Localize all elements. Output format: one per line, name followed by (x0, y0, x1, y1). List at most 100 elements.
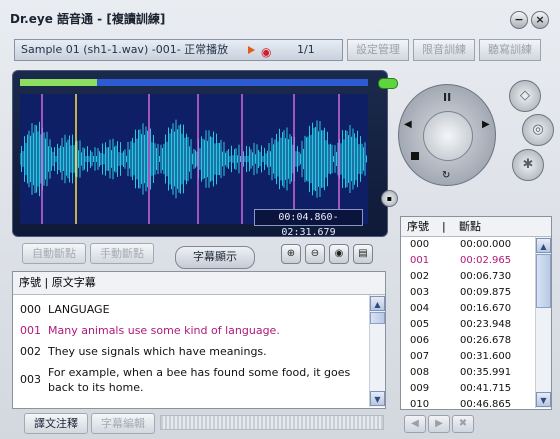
subtitle-text: For example, when a bee has found some f… (48, 366, 351, 394)
breakpoint-time: 00:35.991 (460, 367, 512, 378)
dial-center (423, 111, 473, 161)
breakpoint-header-num: 序號 (407, 220, 429, 233)
subtitle-num: 001 (20, 324, 41, 337)
translation-notes-button[interactable]: 譯文注釋 (24, 413, 88, 434)
minimize-button[interactable]: − (510, 11, 528, 29)
subtitle-panel: 序號 | 原文字幕 000 LANGUAGE 001 Many animals … (12, 271, 386, 409)
manual-break-button[interactable]: 手動斷點 (90, 243, 154, 264)
breakpoint-row[interactable]: 010 00:46.865 (401, 397, 535, 413)
forward-icon[interactable]: ▶ (482, 119, 490, 130)
status-led (378, 78, 398, 89)
breakpoint-time: 00:41.715 (460, 383, 512, 394)
breakpoint-header-time: 斷點 (459, 220, 481, 233)
waveform-view[interactable] (20, 94, 368, 224)
breakpoint-row[interactable]: 008 00:35.991 (401, 365, 535, 381)
stop-icon[interactable] (411, 152, 419, 160)
next-icon[interactable]: ▶ (428, 415, 450, 433)
timecode-display: 00:04.860-02:31.679 (254, 209, 363, 238)
breakpoint-num: 006 (410, 335, 430, 346)
settings-manage-button[interactable]: 設定管理 (347, 39, 409, 61)
breakpoint-time: 00:00.000 (460, 239, 512, 250)
subtitle-text: LANGUAGE (48, 303, 110, 316)
subtitle-row[interactable]: 000 LANGUAGE (13, 302, 369, 317)
breakpoint-num: 003 (410, 287, 430, 298)
breakpoint-num: 000 (410, 239, 430, 250)
app-window: Dr.eye 語音通 - [複讀訓練] − × Sample 01 (sh1-1… (0, 0, 560, 439)
breakpoint-num: 010 (410, 399, 430, 410)
breakpoint-time: 00:23.948 (460, 319, 512, 330)
breakpoint-time: 00:46.865 (460, 399, 512, 410)
pause-icon[interactable]: II (443, 91, 451, 104)
rewind-icon[interactable]: ◀ (404, 119, 412, 130)
subtitle-header-label: 序號 | 原文字幕 (19, 276, 96, 289)
breakpoint-row[interactable]: 002 00:06.730 (401, 269, 535, 285)
prev-icon[interactable]: ◀ (404, 415, 426, 433)
scroll-up-icon[interactable]: ▲ (536, 238, 551, 253)
delete-icon[interactable]: ✖ (452, 415, 474, 433)
track-count: 1/1 (297, 43, 315, 56)
breakpoint-time: 00:26.678 (460, 335, 512, 346)
scroll-up-icon[interactable]: ▲ (370, 296, 385, 311)
breakpoint-panel: 序號 | 斷點 000 00:00.000 001 00:02.965 002 00:06… (400, 216, 552, 410)
breakpoint-header: 序號 | 斷點 (401, 217, 551, 237)
breakpoint-row[interactable]: 003 00:09.875 (401, 285, 535, 301)
subtitle-header: 序號 | 原文字幕 (13, 272, 385, 295)
title-bar: Dr.eye 語音通 - [複讀訓練] − × (0, 0, 560, 38)
scroll-down-icon[interactable]: ▼ (536, 392, 551, 407)
subtitle-row-selected[interactable]: 001 Many animals use some kind of langua… (13, 323, 369, 338)
loop-icon[interactable]: ◇ (509, 80, 541, 112)
settings-icon[interactable]: ◎ (522, 114, 554, 146)
breakpoint-row[interactable]: 006 00:26.678 (401, 333, 535, 349)
window-title: Dr.eye 語音通 - [複讀訓練] (10, 12, 166, 26)
breakpoint-row[interactable]: 004 00:16.670 (401, 301, 535, 317)
breakpoint-num: 004 (410, 303, 430, 314)
status-text: Sample 01 (sh1-1.wav) -001- 正常播放 (21, 43, 229, 56)
subtitle-display-tab[interactable]: 字幕顯示 (175, 246, 255, 269)
limit-training-button[interactable]: 限音訓練 (413, 39, 475, 61)
breakpoint-time: 00:02.965 (460, 255, 512, 266)
subtitle-edit-button[interactable]: 字幕編輯 (91, 413, 155, 434)
scroll-thumb[interactable] (370, 312, 385, 324)
waveform-trace (20, 119, 367, 199)
subtitle-text: Many animals use some kind of language. (48, 324, 280, 337)
breakpoint-num: 005 (410, 319, 430, 330)
snowflake-icon[interactable]: ✱ (512, 149, 544, 181)
breakpoint-row[interactable]: 000 00:00.000 (401, 237, 535, 253)
subtitle-num: 000 (20, 303, 41, 316)
zoom-in-icon[interactable]: ⊕ (281, 244, 301, 264)
breakpoint-num: 001 (410, 255, 430, 266)
breakpoint-num: 008 (410, 367, 430, 378)
scroll-down-icon[interactable]: ▼ (370, 391, 385, 406)
subtitle-row[interactable]: 002 They use signals which have meanings… (13, 344, 369, 359)
mode-icon[interactable]: ▪ (381, 190, 398, 207)
progress-fill (20, 79, 97, 86)
breakpoint-row[interactable]: 001 00:02.965 (401, 253, 535, 269)
playback-progress-bar[interactable] (20, 79, 368, 86)
playback-status-bar: Sample 01 (sh1-1.wav) -001- 正常播放 ◉ 1/1 (14, 39, 343, 61)
status-strip (160, 415, 384, 430)
view-icon[interactable]: ◉ (329, 244, 349, 264)
breakpoint-scrollbar[interactable]: ▲ ▼ (535, 237, 551, 408)
breakpoint-time: 00:31.600 (460, 351, 512, 362)
breakpoint-header-sep: | (442, 220, 446, 233)
subtitle-text: They use signals which have meanings. (48, 345, 267, 358)
breakpoint-row[interactable]: 007 00:31.600 (401, 349, 535, 365)
close-button[interactable]: × (531, 11, 549, 29)
dictation-training-button[interactable]: 聽寫訓練 (479, 39, 541, 61)
repeat-icon[interactable]: ↻ (442, 170, 450, 181)
auto-break-button[interactable]: 自動斷點 (22, 243, 86, 264)
subtitle-scrollbar[interactable]: ▲ ▼ (369, 295, 385, 407)
save-icon[interactable]: ▤ (353, 244, 373, 264)
breakpoint-row[interactable]: 005 00:23.948 (401, 317, 535, 333)
scroll-thumb[interactable] (536, 254, 551, 308)
breakpoint-time: 00:06.730 (460, 271, 512, 282)
play-indicator-icon (248, 46, 255, 54)
playback-dial[interactable]: II ◀ ▶ ↻ (398, 84, 496, 186)
subtitle-num: 002 (20, 345, 41, 358)
breakpoint-row[interactable]: 009 00:41.715 (401, 381, 535, 397)
subtitle-row[interactable]: 003 For example, when a bee has found so… (13, 365, 369, 395)
breakpoint-num: 007 (410, 351, 430, 362)
zoom-out-icon[interactable]: ⊖ (305, 244, 325, 264)
subtitle-num: 003 (20, 373, 41, 386)
breakpoint-num: 009 (410, 383, 430, 394)
